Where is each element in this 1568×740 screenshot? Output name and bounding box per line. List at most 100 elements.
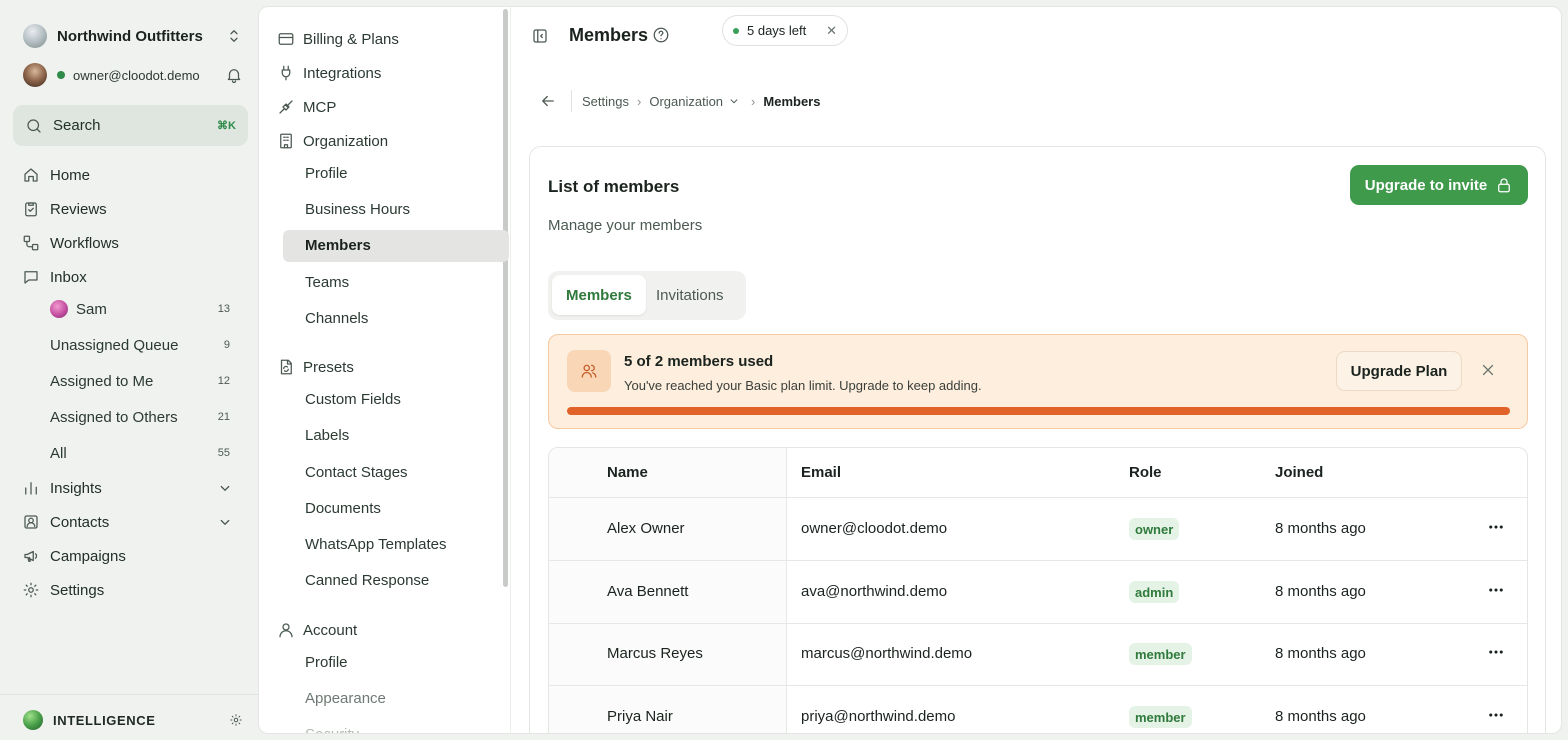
user-icon: [277, 621, 295, 639]
inbox-item-label: Sam: [76, 300, 107, 318]
arrow-left-icon[interactable]: [539, 92, 557, 110]
row-actions-button[interactable]: [1487, 643, 1505, 666]
chevron-down-icon[interactable]: [727, 94, 741, 108]
inbox-item-count: 55: [217, 447, 230, 459]
settings-sub-documents[interactable]: Documents: [305, 496, 381, 520]
table-row[interactable]: Marcus Reyes marcus@northwind.demo membe…: [549, 623, 1527, 686]
nav-insights[interactable]: Insights: [22, 476, 244, 500]
column-header-name[interactable]: Name: [607, 464, 648, 481]
settings-sub-label: Security: [305, 725, 360, 734]
role-badge: admin: [1129, 581, 1180, 603]
table-row[interactable]: Alex Owner owner@cloodot.demo owner 8 mo…: [549, 498, 1527, 561]
inbox-item-assigned-to-others[interactable]: Assigned to Others 21: [50, 405, 230, 429]
settings-sub-security[interactable]: Security: [305, 722, 359, 734]
settings-sub-label: Profile: [305, 164, 348, 182]
close-icon: [1479, 361, 1497, 379]
tab-members[interactable]: Members: [552, 275, 646, 315]
settings-sub-canned-response[interactable]: Canned Response: [305, 568, 429, 592]
settings-item-account[interactable]: Account: [277, 618, 497, 642]
role-badge: member: [1129, 706, 1192, 728]
breadcrumb-organization[interactable]: Organization: [649, 94, 723, 109]
breadcrumb-settings[interactable]: Settings: [582, 94, 629, 109]
role-badge: owner: [1129, 518, 1180, 540]
member-email: marcus@northwind.demo: [801, 645, 973, 662]
nav-inbox[interactable]: Inbox: [22, 265, 244, 289]
row-actions-button[interactable]: [1487, 581, 1505, 604]
close-icon[interactable]: ✕: [826, 23, 837, 39]
connector-icon: [277, 98, 295, 116]
intelligence-toggle[interactable]: INTELLIGENCE: [23, 708, 243, 732]
inbox-item-unassigned[interactable]: Unassigned Queue 9: [50, 333, 230, 357]
inbox-item-assigned-to-me[interactable]: Assigned to Me 12: [50, 369, 230, 393]
more-horizontal-icon: [1487, 518, 1505, 536]
online-status-dot: [57, 71, 65, 79]
org-switcher[interactable]: Northwind Outfitters: [23, 23, 243, 49]
settings-sub-custom-fields[interactable]: Custom Fields: [305, 387, 401, 411]
settings-item-organization[interactable]: Organization: [277, 129, 497, 153]
table-row[interactable]: Priya Nair priya@northwind.demo member 8…: [549, 686, 1527, 733]
search-icon: [25, 117, 43, 135]
settings-sub-channels[interactable]: Channels: [305, 306, 368, 330]
main-content: Members 5 days left ✕ Settings › Organiz…: [510, 6, 1562, 734]
member-joined: 8 months ago: [1275, 520, 1366, 537]
chevron-down-icon: [216, 513, 234, 531]
nav-home-label: Home: [50, 166, 91, 184]
user-email: owner@cloodot.demo: [73, 67, 200, 83]
sidebar-toggle-icon[interactable]: [531, 27, 549, 45]
settings-sub-label: Custom Fields: [305, 390, 401, 408]
bell-icon[interactable]: [225, 66, 243, 84]
inbox-item-all[interactable]: All 55: [50, 441, 230, 465]
settings-sub-labels[interactable]: Labels: [305, 423, 349, 447]
settings-sub-label: Appearance: [305, 689, 386, 707]
nav-contacts[interactable]: Contacts: [22, 510, 244, 534]
settings-sub-org-profile[interactable]: Profile: [305, 161, 348, 185]
users-icon: [580, 362, 598, 380]
limit-text: You've reached your Basic plan limit. Up…: [624, 378, 982, 393]
settings-item-billing[interactable]: Billing & Plans: [277, 27, 497, 51]
nav-workflows[interactable]: Workflows: [22, 231, 244, 255]
upgrade-to-invite-button[interactable]: Upgrade to invite: [1350, 165, 1528, 205]
upgrade-plan-button[interactable]: Upgrade Plan: [1336, 351, 1462, 391]
members-tabs: Members Invitations: [548, 271, 746, 320]
settings-sub-members[interactable]: Members: [305, 233, 371, 257]
user-row[interactable]: owner@cloodot.demo: [23, 62, 243, 88]
org-name: Northwind Outfitters: [57, 27, 203, 45]
scrollbar[interactable]: [503, 9, 508, 587]
chevron-right-icon: ›: [636, 93, 642, 109]
settings-item-presets[interactable]: Presets: [277, 355, 497, 379]
settings-sub-business-hours[interactable]: Business Hours: [305, 197, 410, 221]
settings-sub-teams[interactable]: Teams: [305, 270, 349, 294]
column-header-joined[interactable]: Joined: [1275, 464, 1323, 481]
row-actions-button[interactable]: [1487, 706, 1505, 729]
dismiss-banner-button[interactable]: [1479, 361, 1497, 384]
members-card: List of members Manage your members Upgr…: [529, 146, 1546, 733]
tab-invitations[interactable]: Invitations: [642, 275, 738, 315]
nav-home[interactable]: Home: [22, 163, 244, 187]
gear-icon: [22, 581, 40, 599]
nav-campaigns[interactable]: Campaigns: [22, 544, 244, 568]
settings-sub-contact-stages[interactable]: Contact Stages: [305, 460, 408, 484]
nav-reviews[interactable]: Reviews: [22, 197, 244, 221]
inbox-item-label: Assigned to Me: [50, 372, 154, 390]
member-email: ava@northwind.demo: [801, 583, 948, 600]
gear-icon[interactable]: [229, 713, 243, 727]
settings-sub-appearance[interactable]: Appearance: [305, 686, 386, 710]
settings-item-mcp[interactable]: MCP: [277, 95, 497, 119]
nav-workflows-label: Workflows: [50, 234, 119, 252]
settings-item-label: Billing & Plans: [303, 30, 399, 48]
inbox-item-label: Unassigned Queue: [50, 336, 179, 354]
nav-settings[interactable]: Settings: [22, 578, 244, 602]
search-button[interactable]: Search ⌘K: [13, 105, 248, 146]
table-row[interactable]: Ava Bennett ava@northwind.demo admin 8 m…: [549, 561, 1527, 624]
member-email: priya@northwind.demo: [801, 708, 956, 725]
settings-sub-whatsapp-templates[interactable]: WhatsApp Templates: [305, 532, 446, 556]
inbox-item-sam[interactable]: Sam 13: [50, 297, 230, 321]
column-header-role[interactable]: Role: [1129, 464, 1162, 481]
row-actions-button[interactable]: [1487, 518, 1505, 541]
help-circle-icon[interactable]: [652, 26, 670, 44]
settings-item-integrations[interactable]: Integrations: [277, 61, 497, 85]
workflow-icon: [22, 234, 40, 252]
settings-sub-account-profile[interactable]: Profile: [305, 650, 348, 674]
column-header-email[interactable]: Email: [801, 464, 841, 481]
member-joined: 8 months ago: [1275, 583, 1366, 600]
